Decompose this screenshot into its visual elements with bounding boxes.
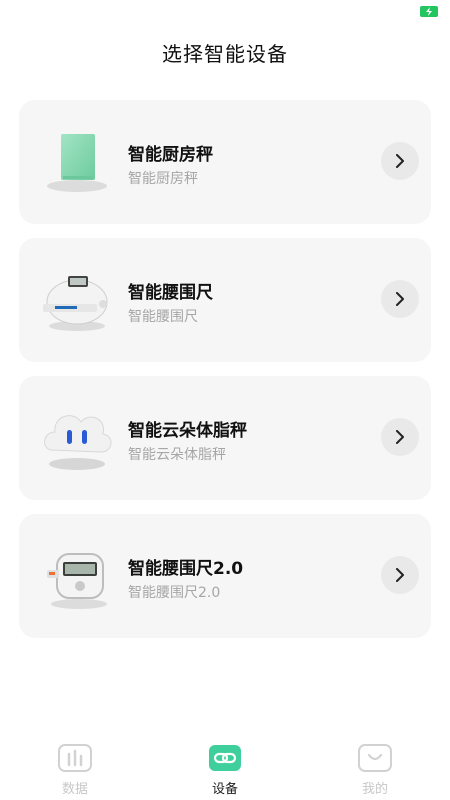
device-subtitle: 智能厨房秤 bbox=[128, 171, 198, 187]
tab-data[interactable]: 数据 bbox=[35, 744, 115, 797]
device-list: 智能厨房秤 智能厨房秤 智能腰围尺 智能腰围尺 智能云朵体脂秤 智能云朵体脂秤 … bbox=[19, 100, 431, 652]
device-card-cloud-scale[interactable]: 智能云朵体脂秤 智能云朵体脂秤 bbox=[19, 376, 431, 500]
device-subtitle: 智能腰围尺 bbox=[128, 309, 198, 325]
device-card-kitchen-scale[interactable]: 智能厨房秤 智能厨房秤 bbox=[19, 100, 431, 224]
chevron-right-icon bbox=[396, 430, 404, 444]
status-bar bbox=[0, 0, 450, 24]
kitchen-scale-icon bbox=[37, 126, 117, 198]
device-name: 智能厨房秤 bbox=[128, 145, 213, 165]
chevron-right-icon bbox=[396, 292, 404, 306]
chevron-right-button[interactable] bbox=[381, 418, 419, 456]
bottom-tab-bar: 数据 设备 我的 bbox=[0, 740, 450, 800]
device-subtitle: 智能云朵体脂秤 bbox=[128, 447, 226, 463]
chevron-right-button[interactable] bbox=[381, 556, 419, 594]
chevron-right-button[interactable] bbox=[381, 142, 419, 180]
bar-chart-icon bbox=[58, 744, 92, 772]
tab-label: 设备 bbox=[211, 782, 238, 797]
device-card-waist-tape-v2[interactable]: 智能腰围尺2.0 智能腰围尺2.0 bbox=[19, 514, 431, 638]
chevron-right-icon bbox=[396, 568, 404, 582]
device-name: 智能腰围尺 bbox=[128, 283, 213, 303]
device-name: 智能云朵体脂秤 bbox=[128, 421, 247, 441]
waist-tape-v2-icon bbox=[37, 540, 117, 612]
smile-face-icon bbox=[358, 744, 392, 772]
page-title: 选择智能设备 bbox=[162, 42, 288, 66]
device-name: 智能腰围尺2.0 bbox=[128, 559, 244, 579]
chevron-right-button[interactable] bbox=[381, 280, 419, 318]
link-icon bbox=[209, 745, 241, 771]
tab-label: 我的 bbox=[361, 782, 388, 797]
battery-charging-icon bbox=[420, 6, 438, 17]
device-card-waist-tape[interactable]: 智能腰围尺 智能腰围尺 bbox=[19, 238, 431, 362]
tab-label: 数据 bbox=[61, 782, 88, 797]
tab-devices[interactable]: 设备 bbox=[185, 744, 265, 797]
cloud-scale-icon bbox=[37, 402, 117, 474]
chevron-right-icon bbox=[396, 154, 404, 168]
waist-tape-icon bbox=[37, 264, 117, 336]
device-subtitle: 智能腰围尺2.0 bbox=[128, 585, 221, 601]
tab-mine[interactable]: 我的 bbox=[335, 744, 415, 797]
